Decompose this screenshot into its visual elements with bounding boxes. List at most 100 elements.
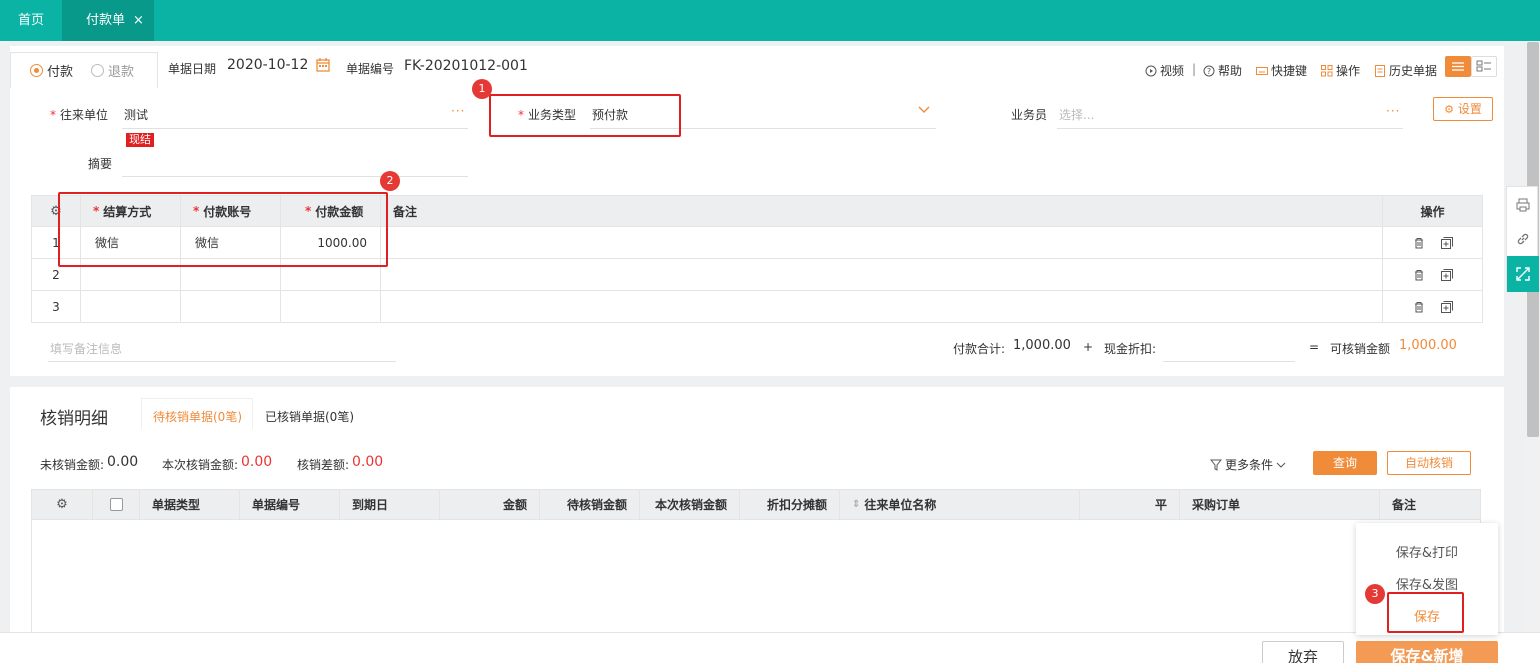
- writeoff-title: 核销明细: [40, 409, 108, 429]
- col-purchase-order: 采购订单: [1180, 489, 1380, 520]
- side-expand-button[interactable]: [1507, 256, 1539, 292]
- side-print-button[interactable]: [1507, 187, 1539, 223]
- remark-input[interactable]: 填写备注信息: [50, 340, 122, 357]
- trash-icon[interactable]: [1413, 301, 1425, 313]
- col-writeoff-remark: 备注: [1380, 489, 1481, 520]
- current-writeoff-label: 本次核销金额:: [162, 458, 239, 472]
- discard-button[interactable]: 放弃: [1262, 641, 1344, 663]
- highlight-box-3: [1387, 592, 1464, 633]
- video-button[interactable]: 视频: [1145, 62, 1184, 79]
- printer-icon: [1516, 198, 1530, 212]
- help-circle-icon: ?: [1203, 65, 1215, 76]
- toolbar-separator: |: [1192, 62, 1197, 76]
- date-value[interactable]: 2020-10-12: [227, 57, 308, 73]
- col-remark: 备注: [381, 195, 1383, 227]
- chevron-down-icon: [1276, 462, 1286, 468]
- list-view-toggle[interactable]: [1445, 56, 1471, 77]
- order-no-label: 单据编号: [346, 62, 395, 76]
- trash-icon[interactable]: [1413, 269, 1425, 281]
- partner-underline: [122, 128, 468, 129]
- col-discount-share: 折扣分摊额: [740, 489, 840, 520]
- salesman-label: 业务员: [1011, 108, 1048, 122]
- operate-label: 操作: [1336, 64, 1361, 78]
- tab-payment-order[interactable]: 付款单 ×: [62, 0, 154, 41]
- cell-remark[interactable]: [381, 227, 1383, 259]
- col-pending-amount: 待核销金额: [540, 489, 640, 520]
- top-tab-bar: [0, 0, 1540, 41]
- calendar-icon[interactable]: [316, 58, 330, 72]
- summary-input[interactable]: [122, 176, 468, 177]
- unwritten-label: 未核销金额:: [40, 458, 105, 472]
- cell-pay-amount[interactable]: [281, 291, 381, 323]
- auto-writeoff-button[interactable]: 自动核销: [1387, 451, 1471, 475]
- link-icon: [1517, 233, 1529, 245]
- select-all-checkbox[interactable]: [109, 498, 123, 511]
- col-amount: 金额: [440, 489, 540, 520]
- cell-remark[interactable]: [381, 259, 1383, 291]
- cell-settle-method[interactable]: [81, 291, 181, 323]
- more-conditions-label: 更多条件: [1225, 458, 1274, 472]
- tab-close-icon[interactable]: ×: [133, 0, 144, 41]
- step-badge-1: 1: [472, 79, 492, 99]
- equals-sign: =: [1309, 340, 1320, 354]
- radio-pay-label: 付款: [47, 64, 74, 80]
- settings-label: 设置: [1457, 102, 1482, 116]
- remark-underline: [48, 361, 396, 362]
- col-current-amount: 本次核销金额: [640, 489, 740, 520]
- history-button[interactable]: 历史单据: [1374, 62, 1437, 79]
- date-label: 单据日期: [168, 62, 217, 76]
- tab-home[interactable]: 首页: [0, 0, 62, 41]
- help-label: 帮助: [1218, 64, 1243, 78]
- salesman-more-icon[interactable]: ···: [1386, 104, 1400, 118]
- cell-remark[interactable]: [381, 291, 1383, 323]
- col-partner-name[interactable]: ⇕ 往来单位名称: [840, 489, 1080, 520]
- cell-pay-account[interactable]: [181, 291, 281, 323]
- partner-value[interactable]: 测试: [124, 106, 148, 123]
- unwritten-value: 0.00: [107, 454, 139, 470]
- query-button[interactable]: 查询: [1313, 451, 1377, 475]
- sort-icon[interactable]: ⇕: [852, 499, 860, 510]
- col-flat: 平: [1080, 489, 1180, 520]
- shortcut-label: 快捷键: [1271, 64, 1308, 78]
- copy-add-icon[interactable]: [1440, 236, 1453, 249]
- cell-row-actions: [1383, 227, 1483, 259]
- list-view-icon: [1452, 62, 1464, 71]
- pay-total-label: 付款合计:: [953, 342, 1006, 356]
- diff-label: 核销差额:: [297, 458, 350, 472]
- radio-refund[interactable]: 退款: [91, 63, 135, 80]
- copy-add-icon[interactable]: [1440, 268, 1453, 281]
- shortcut-button[interactable]: 快捷键: [1256, 62, 1307, 79]
- writeoff-value: 1,000.00: [1399, 338, 1457, 353]
- step-badge-2: 2: [380, 171, 400, 191]
- side-tool-panel: [1506, 186, 1539, 292]
- partner-more-icon[interactable]: ···: [451, 104, 465, 118]
- card-view-icon: [1476, 60, 1491, 72]
- row-number: 3: [31, 291, 81, 323]
- plus-sign: +: [1083, 340, 1094, 354]
- help-button[interactable]: ? 帮助: [1203, 62, 1242, 79]
- salesman-input[interactable]: 选择...: [1059, 106, 1094, 123]
- tab-done-writeoff[interactable]: 已核销单据(0笔): [265, 408, 354, 425]
- gear-icon: ⚙: [56, 497, 68, 512]
- chevron-down-icon[interactable]: [918, 106, 930, 114]
- writeoff-table-settings[interactable]: ⚙: [31, 489, 93, 520]
- side-link-button[interactable]: [1507, 221, 1539, 257]
- settings-button[interactable]: ⚙ 设置: [1433, 97, 1493, 121]
- copy-add-icon[interactable]: [1440, 300, 1453, 313]
- partner-label: * 往来单位: [50, 108, 109, 122]
- operate-button[interactable]: 操作: [1321, 62, 1360, 79]
- save-new-button[interactable]: 保存&新增: [1356, 641, 1498, 663]
- grid-icon: [1321, 64, 1333, 76]
- discount-input[interactable]: [1163, 361, 1295, 362]
- trash-icon[interactable]: [1413, 237, 1425, 249]
- keyboard-icon: [1256, 66, 1268, 75]
- cell-row-actions: [1383, 259, 1483, 291]
- radio-refund-label: 退款: [108, 64, 135, 80]
- card-view-toggle[interactable]: [1471, 56, 1497, 77]
- more-conditions-button[interactable]: 更多条件: [1210, 456, 1286, 473]
- menu-save-print[interactable]: 保存&打印: [1356, 542, 1498, 561]
- radio-pay[interactable]: 付款: [30, 63, 74, 80]
- video-label: 视频: [1160, 64, 1185, 78]
- highlight-box-2: [58, 192, 388, 267]
- discount-label: 现金折扣:: [1104, 342, 1157, 356]
